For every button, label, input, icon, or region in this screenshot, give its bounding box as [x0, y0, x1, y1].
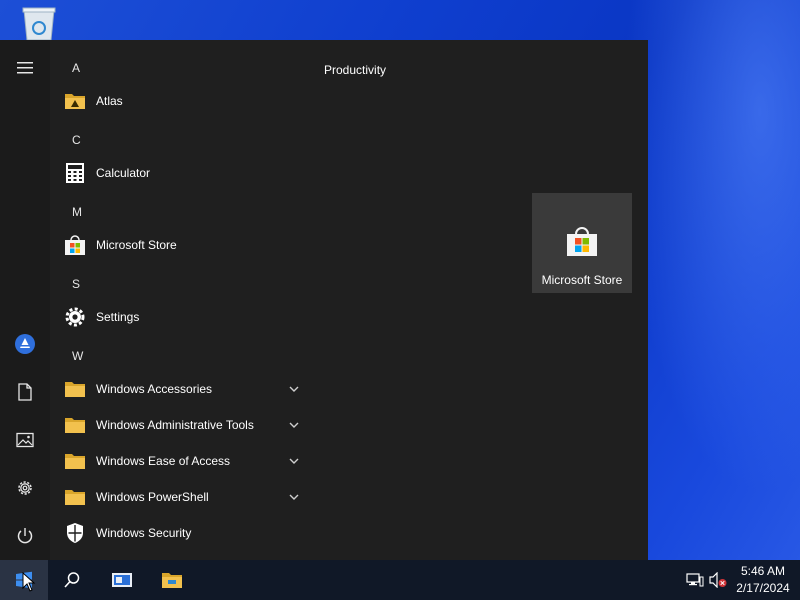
document-icon — [18, 383, 32, 401]
gear-icon — [18, 481, 32, 495]
chevron-down-icon[interactable] — [288, 381, 300, 397]
letter-header-a[interactable]: A — [72, 58, 92, 78]
app-item-windows-ease-of-access[interactable]: Windows Ease of Access — [50, 443, 310, 479]
app-label: Windows PowerShell — [96, 490, 209, 504]
taskbar: 5:46 AM 2/17/2024 — [0, 560, 800, 600]
folder-icon — [65, 490, 85, 505]
chevron-down-icon[interactable] — [288, 453, 300, 469]
app-label: Windows Ease of Access — [96, 454, 231, 468]
tile-microsoft-store[interactable]: Microsoft Store — [532, 193, 632, 293]
gear-icon — [65, 307, 85, 327]
letter-header-m[interactable]: M — [72, 202, 92, 222]
clock-date: 2/17/2024 — [736, 581, 790, 595]
power-button[interactable] — [0, 514, 50, 558]
taskbar-clock[interactable]: 5:46 AM 2/17/2024 — [732, 563, 794, 597]
app-item-windows-administrative-tools[interactable]: Windows Administrative Tools — [50, 407, 310, 443]
clock-time: 5:46 AM — [740, 564, 786, 578]
search-button[interactable] — [48, 560, 96, 600]
app-label: Windows Accessories — [96, 382, 213, 396]
app-label: Atlas — [96, 94, 123, 108]
chevron-down-icon[interactable] — [288, 489, 300, 505]
app-item-calculator[interactable]: Calculator — [50, 155, 310, 191]
letter-header-s[interactable]: S — [72, 274, 92, 294]
start-menu: A Atlas C Calculator M Microsoft Store S… — [0, 40, 648, 560]
app-item-windows-accessories[interactable]: Windows Accessories — [50, 371, 310, 407]
app-item-partial[interactable] — [50, 551, 310, 560]
calculator-icon — [66, 163, 84, 183]
store-icon — [65, 235, 85, 255]
letter-header-c[interactable]: C — [72, 130, 92, 150]
app-label: Microsoft Store — [96, 238, 177, 252]
app-label: Settings — [96, 310, 140, 324]
file-explorer-icon — [162, 573, 182, 588]
tile-label: Microsoft Store — [541, 273, 623, 287]
network-icon[interactable] — [686, 572, 704, 588]
search-icon — [64, 572, 80, 588]
letter-header-w[interactable]: W — [72, 346, 92, 366]
hamburger-menu-button[interactable] — [0, 46, 50, 90]
app-label: Calculator — [96, 166, 151, 180]
tile-group-title[interactable]: Productivity — [324, 62, 386, 78]
volume-muted-icon[interactable] — [709, 572, 727, 588]
shield-icon — [67, 523, 83, 543]
start-menu-rail — [0, 40, 50, 560]
app-list: A Atlas C Calculator M Microsoft Store S… — [50, 40, 310, 560]
app-item-settings[interactable]: Settings — [50, 299, 310, 335]
pictures-button[interactable] — [0, 418, 50, 462]
user-account-button[interactable] — [0, 322, 50, 366]
hamburger-icon — [17, 62, 33, 74]
documents-button[interactable] — [0, 370, 50, 414]
mouse-cursor-icon — [22, 572, 36, 592]
folder-icon — [65, 382, 85, 397]
app-item-windows-powershell[interactable]: Windows PowerShell — [50, 479, 310, 515]
app-item-atlas[interactable]: Atlas — [50, 83, 310, 119]
task-view-icon — [112, 573, 132, 587]
app-label: Windows Security — [96, 526, 192, 540]
file-explorer-button[interactable] — [148, 560, 196, 600]
atlas-avatar-icon — [15, 334, 35, 354]
task-view-button[interactable] — [98, 560, 146, 600]
settings-button[interactable] — [0, 466, 50, 510]
folder-icon — [65, 418, 85, 433]
app-item-windows-security[interactable]: Windows Security — [50, 515, 310, 551]
folder-atlas-icon — [65, 94, 85, 109]
folder-icon — [65, 454, 85, 469]
app-item-microsoft-store[interactable]: Microsoft Store — [50, 227, 310, 263]
chevron-down-icon[interactable] — [288, 417, 300, 433]
app-label: Windows Administrative Tools — [96, 418, 254, 432]
power-icon — [17, 528, 33, 544]
pictures-icon — [16, 432, 34, 448]
recycle-bin-icon[interactable] — [18, 6, 60, 41]
store-icon — [567, 227, 597, 256]
